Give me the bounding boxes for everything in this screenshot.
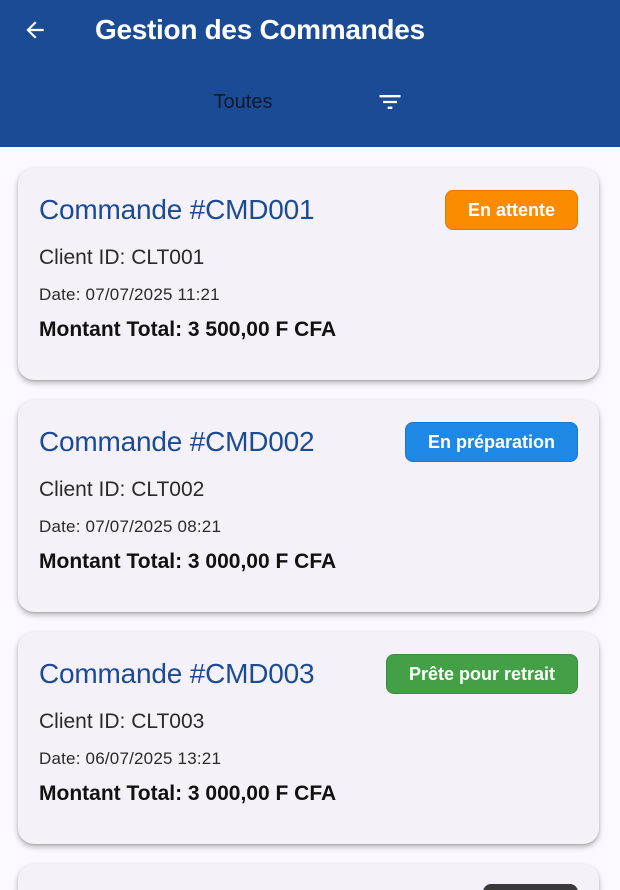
order-date: Date: 06/07/2025 13:21 bbox=[39, 749, 222, 768]
status-badge: Prête pour retrait bbox=[385, 654, 578, 694]
status-filter-dropdown[interactable]: Toutes bbox=[214, 76, 273, 128]
order-card[interactable]: Commande #CMD003 Prête pour retrait Clie… bbox=[18, 632, 599, 844]
order-total: Montant Total: 3 000,00 F CFA bbox=[39, 782, 337, 805]
order-title: Commande #CMD001 bbox=[39, 194, 315, 225]
filter-button[interactable] bbox=[370, 84, 410, 120]
orders-list[interactable]: Commande #CMD001 En attente Client ID: C… bbox=[0, 147, 620, 890]
order-card[interactable]: Commande #CMD001 En attente Client ID: C… bbox=[18, 168, 599, 380]
status-badge: En préparation bbox=[404, 422, 578, 462]
order-title: Commande #CMD003 bbox=[39, 658, 315, 689]
order-card-partial[interactable] bbox=[18, 864, 599, 890]
order-total: Montant Total: 3 000,00 F CFA bbox=[39, 550, 337, 573]
client-id: Client ID: CLT002 bbox=[39, 478, 205, 501]
client-id: Client ID: CLT003 bbox=[39, 710, 205, 733]
filter-list-icon bbox=[379, 95, 401, 109]
page-title: Gestion des Commandes bbox=[95, 14, 425, 45]
status-badge-partial bbox=[483, 884, 578, 890]
order-date: Date: 07/07/2025 11:21 bbox=[39, 285, 220, 304]
order-total: Montant Total: 3 500,00 F CFA bbox=[39, 318, 337, 341]
order-card[interactable]: Commande #CMD002 En préparation Client I… bbox=[18, 400, 599, 612]
filter-bar: Toutes bbox=[0, 76, 620, 128]
order-date: Date: 07/07/2025 08:21 bbox=[39, 517, 222, 536]
app-bar: Gestion des Commandes Toutes bbox=[0, 0, 620, 147]
client-id: Client ID: CLT001 bbox=[39, 246, 205, 269]
status-badge: En attente bbox=[444, 190, 578, 230]
arrow-left-icon bbox=[26, 21, 44, 39]
back-button[interactable] bbox=[14, 12, 56, 48]
order-title: Commande #CMD002 bbox=[39, 426, 315, 457]
